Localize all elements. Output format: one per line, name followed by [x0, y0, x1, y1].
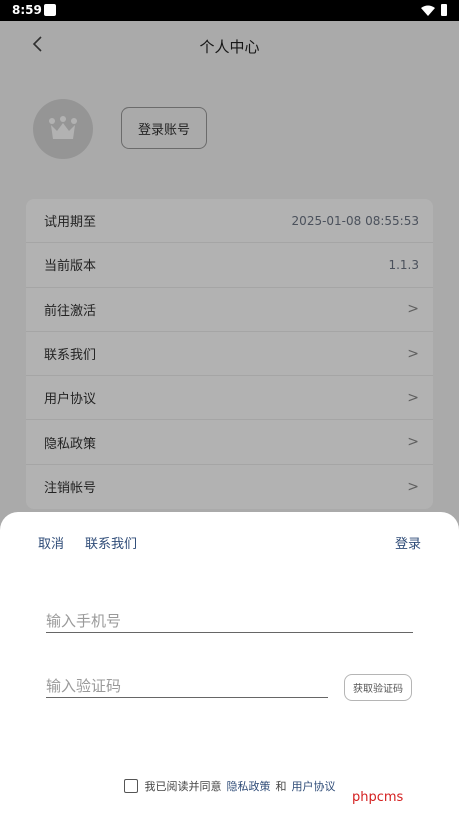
verification-code-input[interactable]: [46, 674, 328, 698]
agreement-text: 我已阅读并同意: [144, 780, 222, 793]
login-button[interactable]: 登录: [395, 533, 421, 552]
watermark: phpcms: [352, 790, 404, 805]
contact-us-button[interactable]: 联系我们: [85, 533, 137, 552]
wifi-icon: [421, 5, 435, 16]
agree-checkbox[interactable]: [123, 779, 138, 793]
login-sheet: 取消 联系我们 登录 获取验证码 我已阅读并同意 隐私政策 和 用户协议 php…: [0, 512, 459, 817]
get-code-button[interactable]: 获取验证码: [344, 674, 412, 701]
status-bar: 8:59: [0, 0, 459, 21]
status-time: 8:59: [12, 3, 42, 17]
privacy-policy-link[interactable]: 隐私政策: [227, 778, 271, 794]
and-text: 和: [275, 780, 287, 793]
user-agreement-link[interactable]: 用户协议: [292, 778, 336, 794]
cancel-button[interactable]: 取消: [38, 533, 64, 552]
notification-icon: [44, 4, 56, 16]
phone-input[interactable]: [46, 609, 413, 633]
battery-icon: [441, 4, 447, 16]
